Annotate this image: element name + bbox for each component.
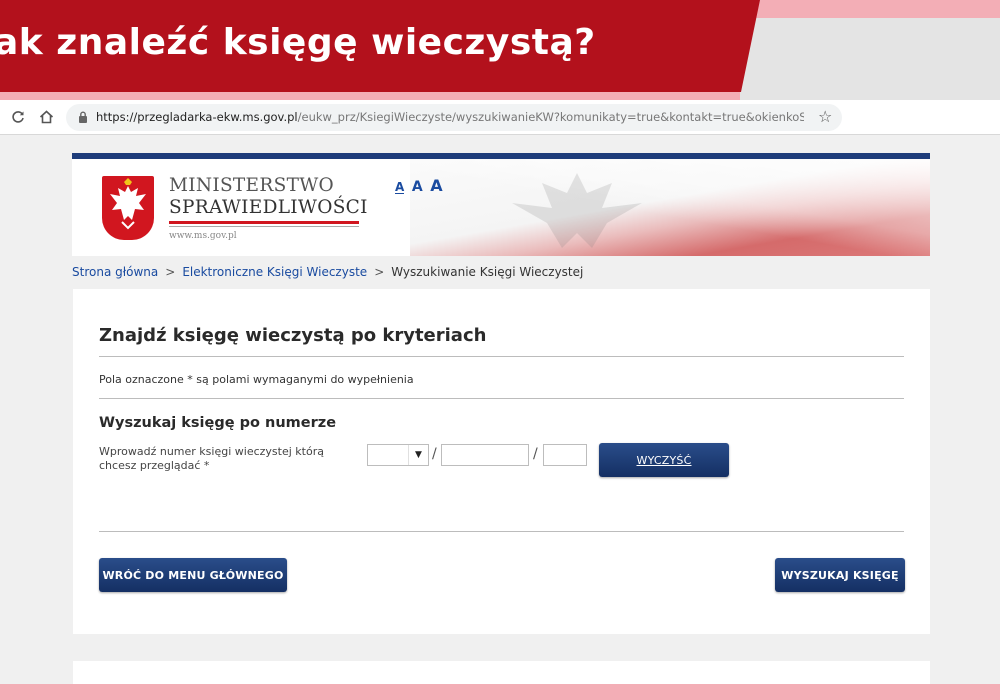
star-icon[interactable]: ☆	[818, 107, 832, 126]
reload-icon[interactable]	[8, 107, 28, 127]
font-size-small-link[interactable]: A	[395, 181, 405, 194]
ministry-underline-red	[169, 221, 359, 224]
font-size-switcher: A A A	[395, 176, 445, 195]
ministry-name-line2: SPRAWIEDLIWOŚCI	[169, 197, 368, 218]
title-banner: ak znaleźć księgę wieczystą?	[0, 0, 760, 92]
clear-button[interactable]: WYCZYŚĆ	[599, 443, 729, 477]
url-path: /eukw_prz/KsiegiWieczyste/wyszukiwanieKW…	[297, 110, 804, 124]
lock-icon	[79, 111, 87, 123]
bottom-pink-strip	[0, 684, 1000, 700]
eagle-watermark-icon	[512, 173, 642, 248]
ministry-name: MINISTERSTWO SPRAWIEDLIWOŚCI	[169, 175, 368, 219]
browser-address-bar: https://przegladarka-ekw.ms.gov.pl/eukw_…	[0, 100, 1000, 135]
search-book-button[interactable]: WYSZUKAJ KSIĘGĘ	[775, 558, 905, 592]
kw-number-label: Wprowadź numer księgi wieczystej którą c…	[99, 445, 324, 472]
url-host: https://przegladarka-ekw.ms.gov.pl	[96, 110, 298, 124]
court-code-select[interactable]: ▼	[367, 444, 429, 466]
check-digit-input[interactable]	[543, 444, 587, 466]
font-size-large-link[interactable]: A	[430, 176, 442, 195]
eagle-emblem-icon	[102, 176, 154, 240]
kw-number-input[interactable]	[441, 444, 529, 466]
font-size-medium-link[interactable]: A	[412, 179, 423, 195]
site-header: MINISTERSTWO SPRAWIEDLIWOŚCI www.ms.gov.…	[72, 159, 930, 256]
ministry-url: www.ms.gov.pl	[169, 231, 237, 241]
breadcrumb-separator: >	[374, 265, 385, 279]
overlay-title: ak znaleźć księgę wieczystą?	[0, 22, 596, 63]
divider	[99, 356, 904, 357]
number-separator: /	[533, 446, 538, 462]
chevron-down-icon[interactable]: ▼	[408, 445, 428, 465]
home-icon[interactable]	[36, 107, 56, 127]
form-title: Znajdź księgę wieczystą po kryteriach	[99, 325, 487, 346]
header-flag-overlay	[410, 159, 930, 256]
top-light-strip	[740, 18, 1000, 100]
url-field[interactable]: https://przegladarka-ekw.ms.gov.pl/eukw_…	[66, 104, 842, 131]
number-separator: /	[432, 446, 437, 462]
search-form-panel: Znajdź księgę wieczystą po kryteriach Po…	[73, 289, 930, 634]
breadcrumb-ekw-link[interactable]: Elektroniczne Księgi Wieczyste	[182, 265, 367, 279]
section-title: Wyszukaj księgę po numerze	[99, 415, 337, 431]
required-fields-note: Pola oznaczone * są polami wymaganymi do…	[99, 373, 414, 386]
url-text: https://przegladarka-ekw.ms.gov.pl/eukw_…	[96, 110, 804, 124]
breadcrumb-current: Wyszukiwanie Księgi Wieczystej	[391, 265, 584, 279]
breadcrumb-home-link[interactable]: Strona główna	[72, 265, 158, 279]
breadcrumb-separator: >	[165, 265, 176, 279]
divider	[99, 398, 904, 399]
back-to-menu-button[interactable]: WRÓĆ DO MENU GŁÓWNEGO	[99, 558, 287, 592]
ministry-underline-grey	[169, 226, 359, 227]
breadcrumb: Strona główna > Elektroniczne Księgi Wiecz…	[72, 265, 583, 279]
ministry-name-line1: MINISTERSTWO	[169, 175, 334, 196]
divider	[99, 531, 904, 532]
